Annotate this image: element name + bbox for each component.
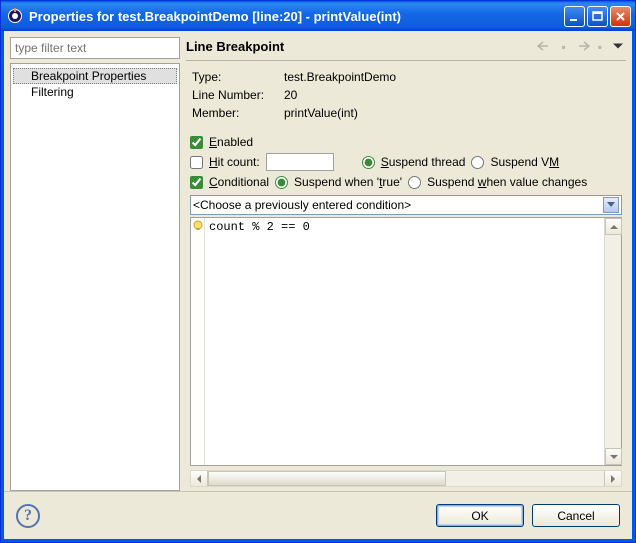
- condition-history-combo[interactable]: <Choose a previously entered condition>: [190, 195, 622, 215]
- line-label: Line Number:: [192, 87, 282, 103]
- scroll-left-icon[interactable]: [191, 471, 208, 486]
- app-icon: [7, 8, 23, 24]
- enabled-label[interactable]: Enabled: [209, 135, 253, 149]
- combo-dropdown-icon[interactable]: [603, 197, 619, 213]
- hitcount-checkbox[interactable]: [190, 156, 203, 169]
- suspend-change-radio[interactable]: [408, 176, 421, 189]
- window-title: Properties for test.BreakpointDemo [line…: [29, 9, 564, 24]
- enabled-checkbox[interactable]: [190, 136, 203, 149]
- nav-panel: Breakpoint Properties Filtering: [10, 37, 180, 491]
- nav-tree[interactable]: Breakpoint Properties Filtering: [10, 63, 180, 491]
- suspend-vm-label[interactable]: Suspend VM: [490, 155, 559, 169]
- suspend-true-label[interactable]: Suspend when 'true': [294, 175, 402, 189]
- cancel-button[interactable]: Cancel: [532, 504, 620, 527]
- lightbulb-icon[interactable]: [192, 220, 204, 232]
- nav-forward-icon[interactable]: [574, 40, 590, 54]
- scroll-up-icon[interactable]: [605, 218, 622, 235]
- type-value: test.BreakpointDemo: [284, 69, 624, 85]
- horizontal-scrollbar[interactable]: [190, 470, 622, 487]
- menu-dropdown-icon[interactable]: [610, 40, 626, 54]
- page-title: Line Breakpoint: [186, 39, 537, 54]
- type-label: Type:: [192, 69, 282, 85]
- suspend-thread-radio[interactable]: [362, 156, 375, 169]
- hitcount-label[interactable]: Hit count:: [209, 155, 260, 169]
- content-panel: Line Breakpoint ▪ ▪ Type:test.Breakpoint…: [186, 37, 626, 491]
- ok-button[interactable]: OK: [436, 504, 524, 527]
- dialog-window: Properties for test.BreakpointDemo [line…: [0, 0, 636, 543]
- member-value: printValue(int): [284, 105, 624, 121]
- tree-item-filtering[interactable]: Filtering: [13, 84, 177, 100]
- scroll-down-icon[interactable]: [605, 448, 622, 465]
- scrollbar-thumb[interactable]: [208, 471, 446, 486]
- member-label: Member:: [192, 105, 282, 121]
- hitcount-input[interactable]: [266, 153, 334, 171]
- condition-editor[interactable]: count % 2 == 0: [205, 218, 604, 465]
- tree-item-breakpoint-properties[interactable]: Breakpoint Properties: [13, 68, 177, 84]
- separator: [186, 60, 626, 61]
- close-button[interactable]: [610, 6, 631, 27]
- footer: ? OK Cancel: [4, 491, 632, 539]
- help-button[interactable]: ?: [16, 504, 40, 528]
- conditional-checkbox[interactable]: [190, 176, 203, 189]
- suspend-thread-label[interactable]: Suspend thread: [381, 155, 466, 169]
- suspend-true-radio[interactable]: [275, 176, 288, 189]
- titlebar[interactable]: Properties for test.BreakpointDemo [line…: [1, 1, 635, 31]
- line-value: 20: [284, 87, 624, 103]
- editor-gutter: [191, 218, 205, 465]
- vertical-scrollbar[interactable]: [604, 218, 621, 465]
- minimize-button[interactable]: [564, 6, 585, 27]
- conditional-label[interactable]: Conditional: [209, 175, 269, 189]
- suspend-change-label[interactable]: Suspend when value changes: [427, 175, 587, 189]
- suspend-vm-radio[interactable]: [471, 156, 484, 169]
- scroll-right-icon[interactable]: [604, 471, 621, 486]
- maximize-button[interactable]: [587, 6, 608, 27]
- info-table: Type:test.BreakpointDemo Line Number:20 …: [190, 67, 626, 123]
- combo-placeholder: <Choose a previously entered condition>: [193, 198, 603, 212]
- nav-back-icon[interactable]: [537, 40, 553, 54]
- filter-input[interactable]: [10, 37, 180, 59]
